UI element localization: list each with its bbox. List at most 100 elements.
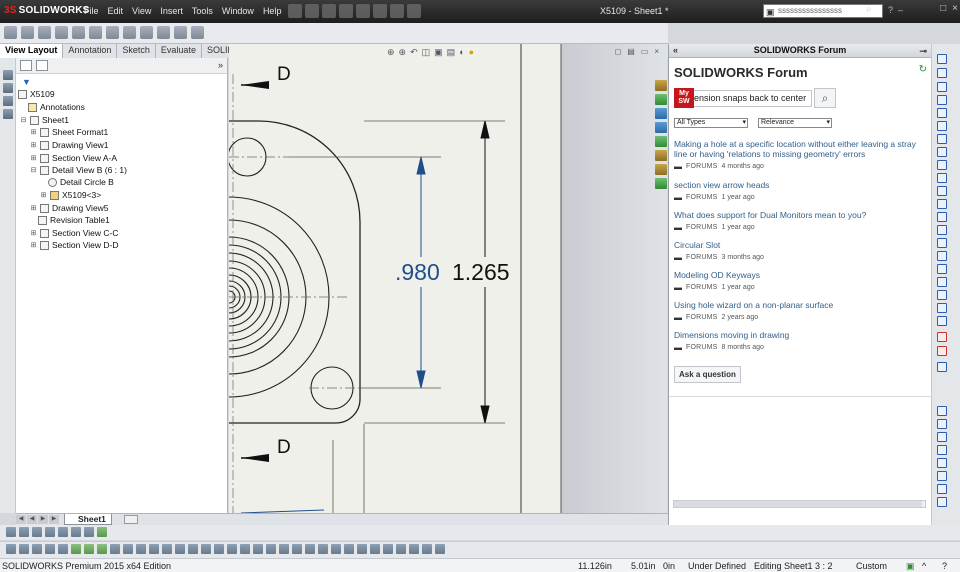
menu-file[interactable]: File [84,6,99,16]
rebuild-icon[interactable] [373,4,387,18]
tree-view-icon[interactable] [20,60,32,71]
post-title-link[interactable]: section view arrow heads [674,180,926,190]
post-title-link[interactable]: Making a hole at a specific location wit… [674,139,926,159]
prev-sheet-icon[interactable]: ◀ [27,515,37,524]
move-entities-icon[interactable] [937,303,947,313]
viewport-tile-icon[interactable]: ▤ [627,47,635,56]
record-icon[interactable] [937,332,947,342]
scrollbar-thumb[interactable] [674,501,922,507]
display-style-icon[interactable]: ▤ [447,47,456,58]
collapse-icon[interactable]: « [673,44,678,57]
rectangle-icon[interactable] [84,544,94,554]
detail-view-icon[interactable] [72,26,85,39]
menu-view[interactable]: View [132,6,151,16]
dimension-inner[interactable]: .980 [395,259,440,286]
post-title-link[interactable]: Dimensions moving in drawing [674,330,926,340]
balloon-icon[interactable] [32,544,42,554]
line-format-icon[interactable] [6,527,16,537]
expand-icon[interactable]: ⊞ [30,128,37,136]
sheet-scale[interactable]: 3 : 2 [815,561,833,571]
dimension-tool-icon[interactable] [937,54,947,64]
macro-icon[interactable] [937,346,947,356]
note-icon[interactable] [937,406,947,416]
chevron-right-icon[interactable]: » [218,60,223,70]
construction-icon[interactable] [344,544,354,554]
ask-question-button[interactable]: Ask a question [674,366,741,383]
hide-edge-icon[interactable] [71,527,81,537]
tree-item[interactable]: ⊟ Detail View B (6 : 1) [30,164,127,176]
tree-item[interactable]: ⊞ Sheet Format1 [30,126,109,138]
smart-dimension-icon[interactable] [937,68,947,78]
balloon-icon[interactable] [937,419,947,429]
hide-show-icon[interactable]: ◐ [459,47,464,58]
expand-icon[interactable]: ⊞ [30,229,37,237]
pin-icon[interactable]: ⊸ [919,45,927,58]
auxiliary-view-icon[interactable] [38,26,51,39]
fillet-icon[interactable] [937,173,947,183]
section-view-icon[interactable]: ◫ [422,47,431,58]
rapid-sketch-icon[interactable] [58,544,68,554]
expand-icon[interactable]: ⊞ [40,191,47,199]
arc-icon[interactable] [110,544,120,554]
line-style-icon[interactable] [58,527,68,537]
file-explorer-tab-icon[interactable] [655,108,667,119]
copy-icon[interactable] [279,544,289,554]
file-properties-icon[interactable] [390,4,404,18]
menu-tools[interactable]: Tools [192,6,213,16]
expand-icon[interactable]: ⊞ [30,241,37,249]
crop-view-icon[interactable] [123,26,136,39]
home-tab-icon[interactable] [655,80,667,91]
resources-tab-icon[interactable] [655,164,667,175]
tree-item[interactable]: ⊞ X5109<3> [40,189,102,201]
break-icon[interactable] [106,26,119,39]
tab-sketch[interactable]: Sketch [117,44,156,58]
extend-icon[interactable] [422,544,432,554]
arc-icon[interactable] [937,121,947,131]
line-icon[interactable] [71,544,81,554]
horizontal-scrollbar[interactable] [673,500,926,508]
grid-icon[interactable] [937,290,947,300]
predefined-view-icon[interactable] [191,26,204,39]
standard-3-view-icon[interactable] [157,26,170,39]
tree-item[interactable]: ⊞ Drawing View5 [30,202,109,214]
mysw-logo[interactable]: My SW [674,88,694,108]
sketch-line-icon[interactable] [937,82,947,92]
type-filter-select[interactable]: All Types ▾ [674,118,748,128]
section-label-top[interactable]: D [277,64,291,86]
menu-help[interactable]: Help [263,6,282,16]
print-icon[interactable] [339,4,353,18]
post-title-link[interactable]: What does support for Dual Monitors mean… [674,210,926,220]
appearance-icon[interactable]: ● [469,47,474,58]
ellipse-icon[interactable] [409,544,419,554]
tree-item[interactable]: Detail Circle B [48,176,114,188]
tree-item[interactable]: ⊞ Section View C-C [30,227,119,239]
tree-item[interactable]: Revision Table1 [38,214,110,226]
help-icon[interactable]: ? [888,5,893,15]
snap-icon[interactable] [331,544,341,554]
linear-pattern-icon[interactable] [937,277,947,287]
centerline-icon[interactable] [937,186,947,196]
menu-window[interactable]: Window [222,6,254,16]
tab-evaluate[interactable]: Evaluate [155,44,202,58]
section-view-icon[interactable] [55,26,68,39]
tree-item[interactable]: ⊞ Section View D-D [30,239,119,251]
hole-callout-icon[interactable] [937,497,947,507]
forum-search-button[interactable]: ⌕ [814,88,836,108]
move-icon[interactable] [240,544,250,554]
relative-view-icon[interactable] [174,26,187,39]
search-icon[interactable]: ⌕ [866,4,872,15]
tree-item[interactable]: ⊞ Section View A-A [30,152,117,164]
zoom-to-fit-icon[interactable]: ⊕ [387,47,395,58]
offset-icon[interactable] [175,544,185,554]
collapse-icon[interactable]: ⊟ [30,166,37,174]
datum-target-icon[interactable] [937,484,947,494]
collapse-icon[interactable]: ⊟ [20,116,27,124]
dim-xpert-tab-icon[interactable] [3,109,13,119]
zoom-to-area-icon[interactable]: ⊕ [399,47,407,58]
datum-feature-icon[interactable] [937,471,947,481]
projected-view-icon[interactable] [21,26,34,39]
block-icon[interactable] [357,544,367,554]
restore-icon[interactable]: □ [940,3,946,14]
search-input[interactable]: ▣ ssssssssssssssss [763,4,883,18]
stretch-icon[interactable] [292,544,302,554]
